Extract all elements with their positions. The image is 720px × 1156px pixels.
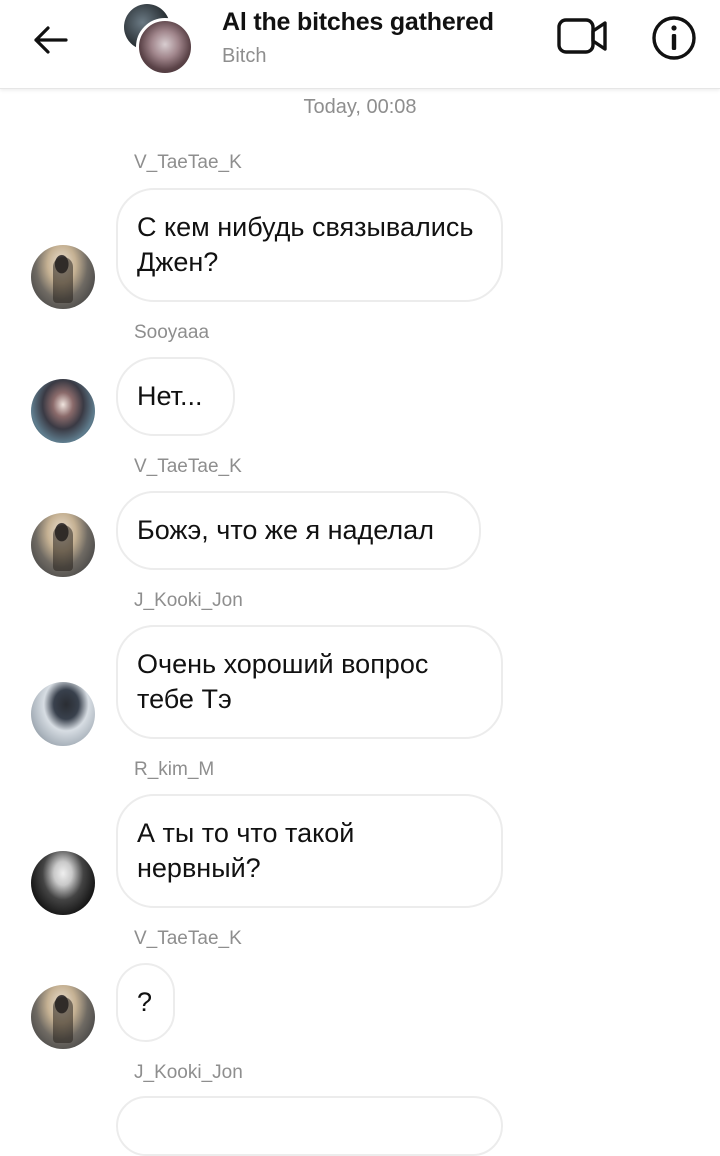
message-bubble[interactable]: Божэ, что же я наделал: [116, 491, 481, 570]
avatar[interactable]: [31, 379, 95, 443]
message-bubble[interactable]: [116, 1096, 503, 1156]
avatar[interactable]: [31, 985, 95, 1049]
avatar[interactable]: [31, 513, 95, 577]
message-sender: J_Kooki_Jon: [134, 590, 243, 611]
chat-timestamp: Today, 00:08: [303, 96, 417, 118]
avatar-figure: [53, 257, 73, 303]
chat-header: Al the bitches gathered Bitch: [0, 0, 720, 89]
message-bubble[interactable]: Очень хороший вопрос тебе Тэ: [116, 625, 503, 739]
arrow-left-icon: [34, 26, 68, 54]
message-sender: R_kim_M: [134, 759, 215, 780]
avatar[interactable]: [31, 851, 95, 915]
message-bubble[interactable]: Нет...: [116, 357, 235, 436]
avatar[interactable]: [31, 245, 95, 309]
avatar-figure: [53, 525, 73, 571]
message-sender: V_TaeTae_K: [134, 152, 242, 173]
message-sender: Sooyaaa: [134, 322, 210, 343]
avatar-figure: [53, 997, 73, 1043]
message-sender: V_TaeTae_K: [134, 456, 242, 477]
chat-title[interactable]: Al the bitches gathered: [222, 8, 494, 37]
info-button[interactable]: [650, 14, 698, 62]
chat-subtitle: Bitch: [222, 45, 267, 67]
group-avatar[interactable]: [124, 4, 194, 76]
info-circle-icon: [652, 16, 696, 60]
back-button[interactable]: [30, 20, 70, 60]
video-call-button[interactable]: [556, 14, 610, 58]
message-bubble[interactable]: А ты то что такой нервный?: [116, 794, 503, 908]
message-sender: J_Kooki_Jon: [134, 1062, 243, 1083]
video-camera-icon: [557, 18, 607, 54]
group-avatar-front: [136, 18, 194, 76]
avatar[interactable]: [31, 682, 95, 746]
message-bubble[interactable]: ?: [116, 963, 175, 1042]
message-sender: V_TaeTae_K: [134, 928, 242, 949]
message-bubble[interactable]: С кем нибудь связывались Джен?: [116, 188, 503, 302]
